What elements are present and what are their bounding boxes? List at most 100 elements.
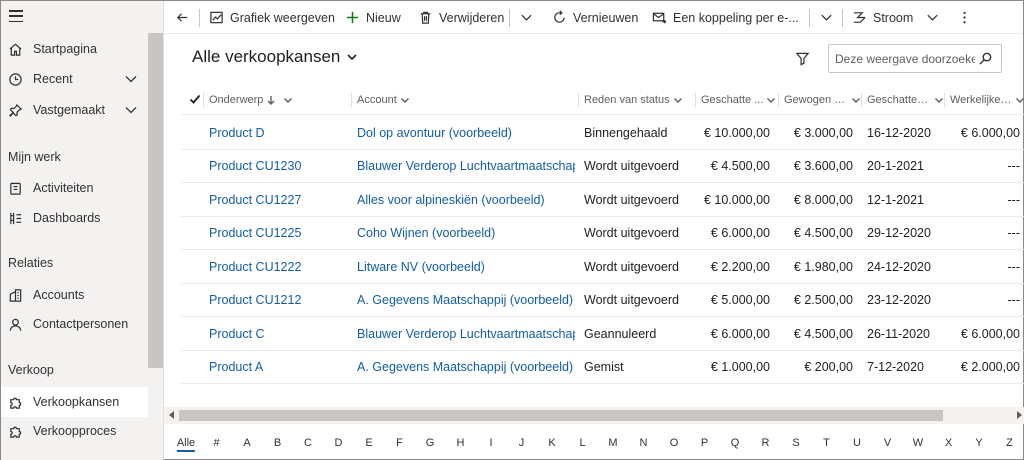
scroll-left-icon[interactable] xyxy=(169,411,174,419)
cell-account[interactable]: Alles voor alpineskiën (voorbeeld) xyxy=(357,183,575,216)
alpha-filter-l[interactable]: L xyxy=(579,437,585,449)
sidebar-item-startpagina[interactable]: Startpagina xyxy=(1,34,148,64)
sidebar-item-accounts[interactable]: Accounts xyxy=(1,280,148,310)
alpha-filter-y[interactable]: Y xyxy=(975,437,982,449)
alpha-filter-o[interactable]: O xyxy=(670,437,679,449)
scroll-right-icon[interactable] xyxy=(1017,411,1022,419)
horizontal-scrollbar[interactable] xyxy=(164,407,1024,424)
more-commands-chevron[interactable] xyxy=(519,1,540,34)
flow-label: Stroom xyxy=(873,10,914,25)
alpha-filter-z[interactable]: Z xyxy=(1006,437,1013,449)
cell-subject[interactable]: Product A xyxy=(209,351,349,384)
column-divider xyxy=(861,93,862,107)
column-header-reden-van-status[interactable]: Reden van status xyxy=(578,85,694,115)
chevron-down-icon xyxy=(673,98,682,103)
alpha-filter-r[interactable]: R xyxy=(762,437,770,449)
alpha-filter-q[interactable]: Q xyxy=(731,437,740,449)
alpha-filter-t[interactable]: T xyxy=(823,437,830,449)
column-header-geschatte-sluitingsdatum[interactable]: Geschatte s... xyxy=(861,85,944,115)
delete-button[interactable]: Verwijderen xyxy=(418,1,504,34)
alpha-filter-k[interactable]: K xyxy=(548,437,555,449)
cell-account[interactable]: A. Gegevens Maatschappij (voorbeeld) xyxy=(357,284,575,317)
column-label: Gewogen o... xyxy=(784,94,848,106)
refresh-button[interactable]: Vernieuwen xyxy=(552,1,638,34)
column-header-onderwerp[interactable]: Onderwerp xyxy=(203,85,351,115)
alpha-filter-j[interactable]: J xyxy=(519,437,525,449)
cell-subject[interactable]: Product CU1212 xyxy=(209,284,349,317)
sidebar-item-verkoopproces[interactable]: Verkoopproces xyxy=(1,416,148,446)
chevron-down-icon[interactable] xyxy=(124,103,138,117)
alpha-filter-f[interactable]: F xyxy=(396,437,403,449)
column-divider xyxy=(351,93,352,107)
flow-icon xyxy=(853,12,866,23)
alpha-filter-a[interactable]: A xyxy=(243,437,250,449)
alpha-filter-alle[interactable]: Alle xyxy=(176,437,196,452)
table-row[interactable]: Product CU1222 Litware NV (voorbeeld) Wo… xyxy=(181,250,1024,284)
cell-subject[interactable]: Product CU1222 xyxy=(209,250,349,283)
plus-icon xyxy=(346,11,359,24)
table-row[interactable]: Product D Dol op avontuur (voorbeeld) Bi… xyxy=(181,116,1024,150)
alpha-filter-v[interactable]: V xyxy=(884,437,891,449)
cell-subject[interactable]: Product CU1227 xyxy=(209,183,349,216)
cell-subject[interactable]: Product D xyxy=(209,116,349,149)
chevron-down-icon[interactable] xyxy=(124,72,138,86)
view-selector[interactable]: Alle verkoopkansen xyxy=(192,47,358,67)
email-link-chevron[interactable] xyxy=(819,1,840,34)
column-header-account[interactable]: Account xyxy=(351,85,577,115)
cell-subject[interactable]: Product CU1225 xyxy=(209,217,349,250)
table-row[interactable]: Product C Blauwer Verderop Luchtvaartmaa… xyxy=(181,317,1024,351)
sidebar-item-dashboards[interactable]: Dashboards xyxy=(1,203,148,233)
alpha-filter-c[interactable]: C xyxy=(304,437,312,449)
flow-button[interactable]: Stroom xyxy=(852,1,946,34)
sidebar-item-label: Dashboards xyxy=(33,211,101,225)
scrollbar-thumb[interactable] xyxy=(179,410,943,421)
cell-account[interactable]: A. Gegevens Maatschappij (voorbeeld) xyxy=(357,351,575,384)
new-button[interactable]: Nieuw xyxy=(345,1,401,34)
hamburger-menu-icon[interactable] xyxy=(9,10,23,22)
cell-subject[interactable]: Product CU1230 xyxy=(209,150,349,183)
alpha-filter-h[interactable]: H xyxy=(457,437,465,449)
sidebar-item-vastgemaakt[interactable]: Vastgemaakt xyxy=(1,95,148,125)
show-chart-button[interactable]: Grafiek weergeven xyxy=(209,1,335,34)
column-header-gewogen-opbrengst[interactable]: Gewogen o... xyxy=(778,85,861,115)
sidebar-item-verkoopkansen[interactable]: Verkoopkansen xyxy=(1,387,148,417)
alpha-filter-u[interactable]: U xyxy=(853,437,861,449)
alpha-filter-d[interactable]: D xyxy=(335,437,343,449)
alpha-filter-i[interactable]: I xyxy=(489,437,492,449)
alpha-filter-x[interactable]: X xyxy=(945,437,952,449)
sidebar-item-activiteiten[interactable]: Activiteiten xyxy=(1,173,148,203)
alpha-filter-m[interactable]: M xyxy=(608,437,617,449)
alpha-filter-g[interactable]: G xyxy=(426,437,435,449)
cell-account[interactable]: Coho Wijnen (voorbeeld) xyxy=(357,217,575,250)
filter-button[interactable] xyxy=(795,51,811,67)
column-header-werkelijke-opbrengst[interactable]: Werkelijke ... xyxy=(944,85,1024,115)
search-input[interactable] xyxy=(835,50,975,68)
alpha-filter-e[interactable]: E xyxy=(365,437,372,449)
cell-account[interactable]: Dol op avontuur (voorbeeld) xyxy=(357,116,575,149)
back-button[interactable] xyxy=(175,1,196,34)
alpha-filter-n[interactable]: N xyxy=(640,437,648,449)
chevron-down-icon xyxy=(927,14,938,21)
table-row[interactable]: Product CU1227 Alles voor alpineskiën (v… xyxy=(181,183,1024,217)
sidebar-item-contactpersonen[interactable]: Contactpersonen xyxy=(1,309,148,339)
more-options-button[interactable] xyxy=(957,1,978,34)
email-link-button[interactable]: Een koppeling per e-... xyxy=(652,1,799,34)
alpha-filter-hash[interactable]: # xyxy=(213,437,219,449)
search-icon[interactable] xyxy=(978,51,994,67)
cell-account[interactable]: Blauwer Verderop Luchtvaartmaatschappij xyxy=(357,317,575,350)
sidebar-item-recent[interactable]: Recent xyxy=(1,64,148,94)
sidebar-scrollbar[interactable] xyxy=(148,33,163,368)
cell-subject[interactable]: Product C xyxy=(209,317,349,350)
cell-account[interactable]: Blauwer Verderop Luchtvaartmaatschappij xyxy=(357,150,575,183)
table-row[interactable]: Product A A. Gegevens Maatschappij (voor… xyxy=(181,351,1024,384)
alpha-filter-p[interactable]: P xyxy=(701,437,708,449)
table-row[interactable]: Product CU1225 Coho Wijnen (voorbeeld) W… xyxy=(181,217,1024,250)
table-row[interactable]: Product CU1230 Blauwer Verderop Luchtvaa… xyxy=(181,150,1024,183)
alpha-filter-w[interactable]: W xyxy=(913,437,923,449)
alpha-filter-s[interactable]: S xyxy=(792,437,799,449)
table-row[interactable]: Product CU1212 A. Gegevens Maatschappij … xyxy=(181,284,1024,317)
select-all-checkmark-icon[interactable] xyxy=(189,93,201,105)
alpha-filter-b[interactable]: B xyxy=(274,437,281,449)
column-header-geschatte-opbrengst[interactable]: Geschatte ... xyxy=(695,85,778,115)
cell-account[interactable]: Litware NV (voorbeeld) xyxy=(357,250,575,283)
